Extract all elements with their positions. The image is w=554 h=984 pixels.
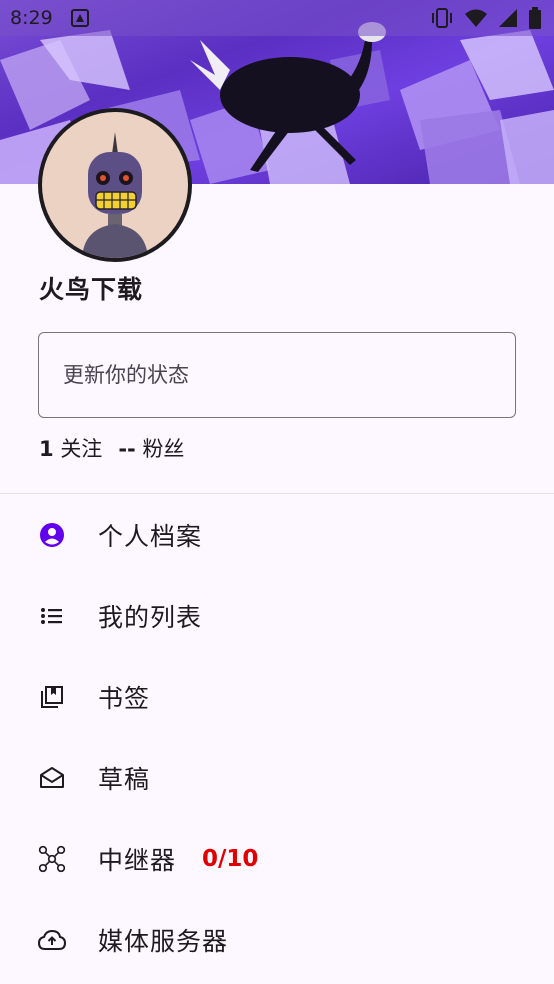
- vibrate-icon: [432, 8, 452, 28]
- profile-avatar[interactable]: [38, 108, 192, 262]
- menu-item-label: 草稿: [98, 764, 151, 794]
- menu-item-my-lists[interactable]: 我的列表: [0, 575, 554, 656]
- relay-count-badge: 0/10: [202, 845, 259, 872]
- menu-item-label: 我的列表: [98, 602, 203, 632]
- followers-label: 粉丝: [142, 437, 185, 461]
- cellular-signal-icon: [499, 9, 517, 27]
- cloud-upload-icon: [38, 926, 66, 954]
- followers-stat[interactable]: -- 粉丝: [118, 433, 184, 463]
- drawer-menu: 个人档案 我的列表 书签 草稿 中继器 0/10 媒体服务器: [0, 494, 554, 980]
- menu-item-label: 中继器: [98, 845, 177, 875]
- wifi-icon: [465, 9, 487, 27]
- menu-item-media-servers[interactable]: 媒体服务器: [0, 899, 554, 980]
- menu-item-drafts[interactable]: 草稿: [0, 737, 554, 818]
- notification-app-icon: [70, 9, 89, 27]
- profile-display-name: 火鸟下载: [39, 275, 144, 304]
- menu-item-relays[interactable]: 中继器 0/10: [0, 818, 554, 899]
- follow-stats: 1 关注 -- 粉丝: [39, 433, 184, 463]
- drafts-icon: [38, 764, 66, 792]
- relay-hub-icon: [38, 845, 66, 873]
- menu-item-label: 媒体服务器: [98, 926, 229, 956]
- status-update-input[interactable]: [38, 332, 516, 418]
- status-time: 8:29: [10, 7, 53, 29]
- account-circle-icon: [38, 521, 66, 549]
- followers-count: --: [118, 437, 136, 461]
- menu-item-label: 个人档案: [98, 521, 203, 551]
- robot-avatar-image: [82, 132, 148, 258]
- following-stat[interactable]: 1 关注: [39, 433, 102, 463]
- menu-item-profile[interactable]: 个人档案: [0, 494, 554, 575]
- battery-icon: [529, 7, 541, 29]
- following-label: 关注: [60, 437, 103, 461]
- bookmarks-icon: [38, 683, 66, 711]
- list-icon: [38, 602, 66, 630]
- menu-item-bookmarks[interactable]: 书签: [0, 656, 554, 737]
- following-count: 1: [39, 437, 54, 461]
- menu-item-label: 书签: [98, 683, 151, 713]
- system-status-bar: 8:29: [0, 0, 554, 36]
